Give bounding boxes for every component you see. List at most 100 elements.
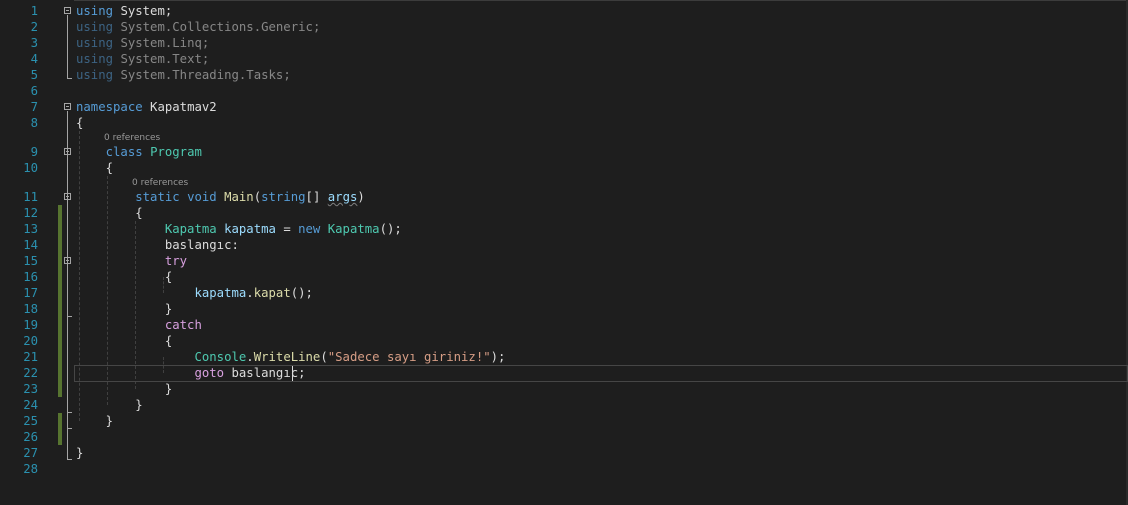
change-marker [58,413,62,445]
variable-name: kapatma [194,286,247,300]
collapse-namespace-icon[interactable] [64,103,71,110]
line-number: 21 [23,350,38,364]
brace: { [164,270,173,284]
line-number: 1 [30,4,38,18]
code-line[interactable]: } [76,301,172,317]
brace: } [105,414,114,428]
line-number: 5 [30,68,38,82]
code-line[interactable]: { [76,115,83,131]
label-reference: baslangıc [231,366,299,380]
code-line[interactable]: using System.Text; [76,51,209,67]
namespace-name: Kapatmav2 [150,100,217,114]
code-line[interactable]: class Program [76,144,202,160]
outline-end [67,428,72,429]
brace: } [164,302,173,316]
namespace: System.Text [120,52,202,66]
line-number: 9 [30,145,38,159]
punctuation: (); [290,286,313,300]
code-line[interactable]: } [76,397,143,413]
punctuation: . [246,350,254,364]
code-line[interactable]: } [76,445,83,461]
keyword: catch [164,318,202,332]
change-marker [58,205,62,397]
line-number: 20 [23,334,38,348]
line-number: 10 [23,161,38,175]
code-line[interactable]: { [76,160,113,176]
method-references-codelens[interactable]: 0 references [132,177,188,189]
code-line[interactable]: } [76,381,172,397]
brace: { [164,334,173,348]
keyword: using [76,68,114,82]
code-line[interactable]: namespace Kapatmav2 [76,99,217,115]
line-number: 15 [23,254,38,268]
code-line[interactable]: } [76,413,113,429]
line-number: 13 [23,222,38,236]
line-number: 2 [30,20,38,34]
keyword: goto [194,366,225,380]
text-caret [292,366,293,381]
punctuation: . [246,286,254,300]
code-line[interactable]: using System.Linq; [76,35,209,51]
namespace: System.Threading.Tasks [120,68,284,82]
collapse-class-icon[interactable] [64,148,71,155]
code-line[interactable]: baslangıc: [76,237,239,253]
keyword: string [261,190,306,204]
outline-guide [67,111,68,460]
keyword: static [135,190,180,204]
punctuation: ; [164,4,173,18]
editor-top-border [0,0,1128,1]
collapse-usings-icon[interactable] [64,7,71,14]
label-declaration: baslangıc: [164,238,239,252]
keyword: namespace [76,100,143,114]
outline-guide [67,15,68,78]
variable-name: kapatma [224,222,276,236]
line-number: 8 [30,116,38,130]
code-line[interactable]: using System.Threading.Tasks; [76,67,291,83]
punctuation: ; [283,68,291,82]
class-references-codelens[interactable]: 0 references [104,132,160,144]
code-line[interactable]: using System; [76,3,172,19]
keyword: using [76,36,114,50]
punctuation: ( [253,190,262,204]
punctuation: ( [320,350,328,364]
collapse-method-icon[interactable] [64,193,71,200]
code-line[interactable]: using System.Collections.Generic; [76,19,320,35]
editor-margin: 1 2 3 4 5 6 7 8 9 10 11 12 13 14 15 16 1… [0,0,74,505]
line-number: 27 [23,446,38,460]
brace: } [164,382,173,396]
brace: } [135,398,143,412]
line-number: 6 [30,84,38,98]
namespace: System.Collections.Generic [120,20,313,34]
outline-end [67,412,72,413]
line-number: 11 [23,190,38,204]
code-line[interactable]: kapatma.kapat(); [76,285,313,301]
code-line[interactable]: { [76,333,172,349]
punctuation: ; [298,366,306,380]
outline-end [67,316,72,317]
collapse-try-icon[interactable] [64,257,71,264]
line-number: 14 [23,238,38,252]
keyword: new [298,222,321,236]
line-number: 12 [23,206,38,220]
class-name: Program [150,145,202,159]
line-number: 3 [30,36,38,50]
code-editor[interactable]: 1 2 3 4 5 6 7 8 9 10 11 12 13 14 15 16 1… [0,0,1128,505]
code-line-current[interactable]: goto baslangıc; [76,365,306,381]
line-number: 19 [23,318,38,332]
punctuation: ); [490,350,506,364]
punctuation: (); [379,222,402,236]
code-line[interactable]: { [76,269,172,285]
brace: } [76,446,84,460]
string-literal: "Sadece sayı giriniz!" [327,350,491,364]
line-number: 17 [23,286,38,300]
line-number: 25 [23,414,38,428]
keyword: try [164,254,188,268]
code-line[interactable]: Console.WriteLine("Sadece sayı giriniz!"… [76,349,505,365]
code-line[interactable]: try [76,253,187,269]
code-line[interactable]: Kapatma kapatma = new Kapatma(); [76,221,402,237]
code-line[interactable]: static void Main(string[] args) [76,189,365,205]
code-line[interactable]: { [76,205,143,221]
line-number: 28 [23,462,38,476]
brace: { [135,206,143,220]
code-line[interactable]: catch [76,317,202,333]
